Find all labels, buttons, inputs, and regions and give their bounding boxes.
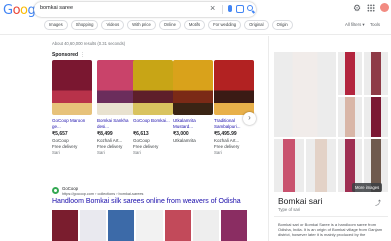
product-shipping: Free delivery <box>97 144 123 149</box>
knowledge-panel-images[interactable] <box>274 52 388 192</box>
product-title[interactable]: Utkalamrita Mustard... <box>173 118 213 130</box>
knowledge-panel-description: Bomkai sari or Bomkai Saree is a handloo… <box>278 222 383 238</box>
product-type: Sari <box>97 150 105 155</box>
panel-divider <box>268 36 269 241</box>
filter-chips: Images Shopping Videos With price Online… <box>44 20 293 30</box>
share-icon[interactable]: ⤴ <box>375 198 381 207</box>
product-store: Utkalamrita <box>173 138 196 143</box>
chip-original[interactable]: Original <box>244 20 269 30</box>
product-card[interactable]: Bomkai Sankha desi... ₹8,499 Kozhali Art..… <box>97 60 137 155</box>
product-title[interactable]: Bomkai Sankha desi... <box>97 118 137 130</box>
carousel-next-button[interactable]: › <box>243 112 256 125</box>
knowledge-panel-image[interactable] <box>306 139 336 192</box>
result-thumbnail[interactable] <box>136 210 163 241</box>
product-store: GoCoop <box>133 138 150 143</box>
result-image-strip[interactable] <box>52 210 247 241</box>
result-site-name[interactable]: GoCoop <box>62 186 78 191</box>
product-store: Kozhali Art... <box>97 138 123 143</box>
more-images-button[interactable]: More images <box>352 183 383 192</box>
knowledge-panel-image[interactable] <box>274 52 336 137</box>
product-store: Kozhali Art... <box>214 138 240 143</box>
product-shipping: Free delivery <box>214 144 240 149</box>
product-image[interactable] <box>97 60 137 115</box>
product-store: GoCoop <box>52 138 69 143</box>
sponsored-label: Sponsored ⋮ <box>52 52 85 58</box>
chip-shopping[interactable]: Shopping <box>70 20 99 30</box>
product-image[interactable] <box>133 60 173 115</box>
close-icon[interactable]: × <box>210 3 215 13</box>
product-shipping: Free delivery <box>52 144 78 149</box>
knowledge-panel-title: Bomkai sari <box>278 196 323 206</box>
header-divider <box>0 34 391 35</box>
microphone-icon[interactable] <box>228 5 232 12</box>
product-price: ₹3,000 <box>173 131 189 137</box>
site-favicon-icon <box>52 187 59 194</box>
chip-motifs[interactable]: Motifs <box>183 20 206 30</box>
knowledge-panel-image[interactable] <box>364 97 388 137</box>
search-input[interactable]: bomkai saree <box>40 5 73 11</box>
knowledge-panel-image[interactable] <box>338 97 362 137</box>
knowledge-panel-subtitle: Type of sari <box>278 207 301 212</box>
product-card[interactable]: Traditional Sambalpuri... ₹5,495.99 Kozhal… <box>214 60 254 155</box>
sponsored-text: Sponsored <box>52 52 79 58</box>
product-card[interactable]: Utkalamrita Mustard... ₹3,000 Utkalamrita <box>173 60 213 144</box>
logo-letter: o <box>12 3 21 18</box>
result-thumbnail[interactable] <box>80 210 107 241</box>
product-price: ₹8,499 <box>97 131 113 137</box>
knowledge-panel-image[interactable] <box>364 52 388 95</box>
knowledge-panel-image[interactable] <box>274 139 304 192</box>
product-card[interactable]: GoCoop Maroon ge... ₹5,657 GoCoop Free deli… <box>52 60 92 155</box>
result-title-link[interactable]: Handloom Bomkai silk sarees online from … <box>52 198 241 205</box>
chip-for-wedding[interactable]: For wedding <box>208 20 242 30</box>
camera-lens-icon[interactable] <box>236 5 244 13</box>
tools-button[interactable]: Tools <box>370 22 380 27</box>
product-price: ₹6,613 <box>133 131 149 137</box>
product-type: Sari <box>133 150 141 155</box>
product-image[interactable] <box>173 60 213 115</box>
product-card[interactable]: GoCoop Bomkai... ₹6,613 GoCoop Free deliver… <box>133 60 173 155</box>
search-icon[interactable] <box>247 5 253 11</box>
product-image[interactable] <box>214 60 254 115</box>
product-type: Sari <box>214 150 222 155</box>
product-title[interactable]: GoCoop Maroon ge... <box>52 118 92 130</box>
avatar[interactable] <box>380 3 389 12</box>
product-title[interactable]: GoCoop Bomkai... <box>133 118 173 130</box>
result-thumbnail[interactable] <box>108 210 135 241</box>
chip-images[interactable]: Images <box>44 20 68 30</box>
result-thumbnail[interactable] <box>192 210 219 241</box>
all-filters-button[interactable]: All filters ▾ <box>345 22 365 28</box>
chip-online[interactable]: Online <box>158 20 181 30</box>
search-box[interactable]: bomkai saree × <box>34 2 256 17</box>
knowledge-panel-divider <box>274 216 388 217</box>
gear-icon[interactable]: ⚙ <box>353 3 361 14</box>
search-divider <box>222 5 223 14</box>
product-type: Sari <box>52 150 60 155</box>
sponsored-menu-icon[interactable]: ⋮ <box>80 52 85 58</box>
product-price: ₹5,657 <box>52 131 68 137</box>
apps-grid-icon[interactable] <box>367 4 375 12</box>
result-url[interactable]: https://gocoop.com › collections › bomka… <box>62 192 143 196</box>
logo-letter: G <box>3 3 13 18</box>
result-thumbnail[interactable] <box>164 210 191 241</box>
knowledge-panel-image[interactable] <box>338 52 362 95</box>
product-price: ₹5,495.99 <box>214 131 237 137</box>
product-shipping: Free delivery <box>133 144 159 149</box>
result-stats: About 40,60,000 results (0.31 seconds) <box>52 41 126 46</box>
result-thumbnail[interactable] <box>220 210 247 241</box>
product-image[interactable] <box>52 60 92 115</box>
chip-with-price[interactable]: With price <box>127 20 156 30</box>
result-thumbnail[interactable] <box>52 210 79 241</box>
logo-letter: o <box>20 3 28 18</box>
chip-origin[interactable]: Origin <box>271 20 293 30</box>
chip-videos[interactable]: Videos <box>101 20 125 30</box>
